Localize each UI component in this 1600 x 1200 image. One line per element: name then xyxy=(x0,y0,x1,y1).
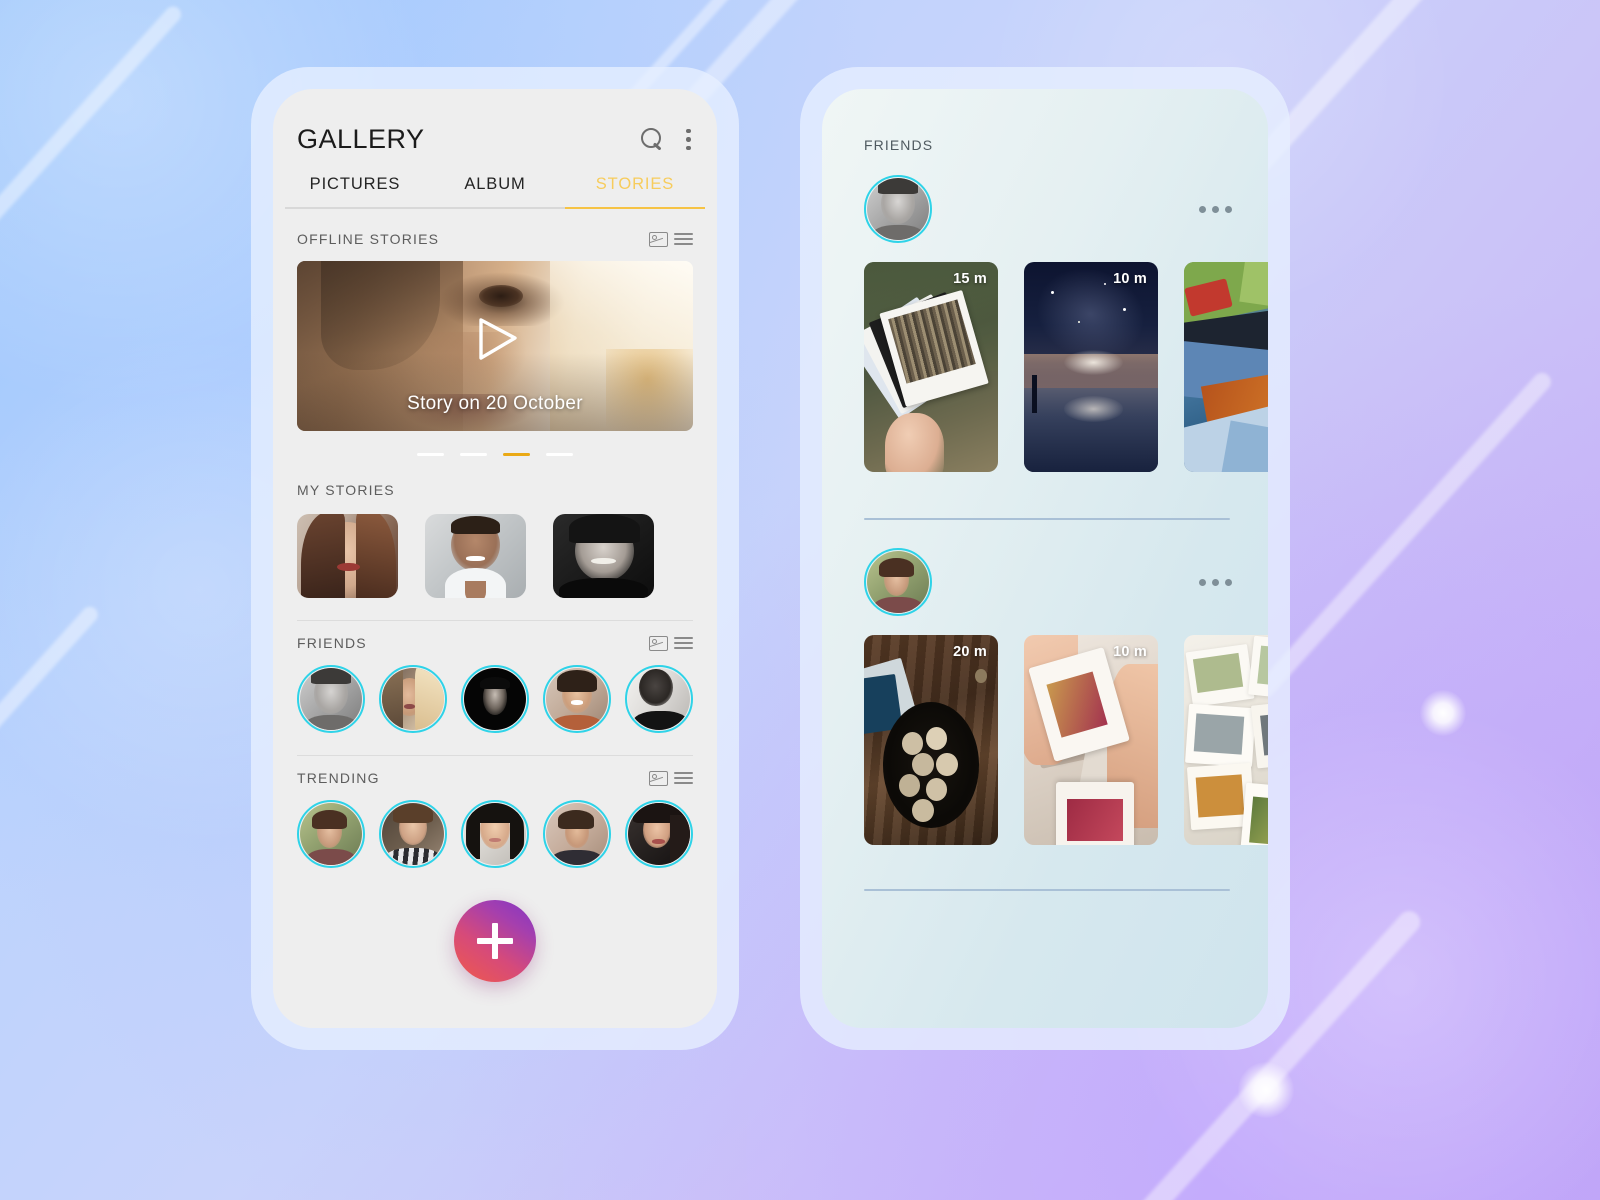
pagination-dot-2[interactable] xyxy=(460,453,487,456)
phone-mockup-right: FRIENDS 15 m 10 m 20 m 10 m xyxy=(800,67,1290,1050)
play-icon[interactable] xyxy=(464,308,526,370)
bg-spark-1 xyxy=(1420,690,1466,736)
trending-avatar-2[interactable] xyxy=(379,800,447,868)
feed-card-2-1[interactable]: 20 m xyxy=(864,635,998,845)
tab-active-indicator xyxy=(565,207,705,209)
hero-story-card[interactable]: Story on 20 October xyxy=(297,261,693,431)
friend-avatar-2[interactable] xyxy=(379,665,447,733)
friend-avatar-4[interactable] xyxy=(543,665,611,733)
feed-card-2-2[interactable]: 10 m xyxy=(1024,635,1158,845)
trending-avatar-4[interactable] xyxy=(543,800,611,868)
pagination-dot-3[interactable] xyxy=(503,453,530,456)
feed-card-2-3[interactable] xyxy=(1184,635,1268,845)
trending-avatar-row xyxy=(273,786,717,868)
section-title: MY STORIES xyxy=(297,482,395,498)
list-view-icon[interactable] xyxy=(674,636,693,650)
friends-feed-title: FRIENDS xyxy=(864,137,934,153)
trending-avatar-5[interactable] xyxy=(625,800,693,868)
plus-icon xyxy=(477,923,513,959)
pagination-dot-1[interactable] xyxy=(417,453,444,456)
add-story-fab[interactable] xyxy=(454,900,536,982)
my-stories-row xyxy=(273,498,717,598)
tab-album[interactable]: ALBUM xyxy=(425,175,565,207)
friend-avatar-3[interactable] xyxy=(461,665,529,733)
trending-avatar-1[interactable] xyxy=(297,800,365,868)
story-thumb-1[interactable] xyxy=(297,514,398,598)
list-view-icon[interactable] xyxy=(674,232,693,246)
view-toggle-group xyxy=(649,770,693,786)
bg-spark-2 xyxy=(1238,1062,1294,1118)
view-toggle-group xyxy=(649,231,693,247)
feed-card-1-3[interactable] xyxy=(1184,262,1268,472)
section-header-my-stories: MY STORIES xyxy=(273,456,717,498)
app-header: GALLERY xyxy=(273,89,717,155)
photo-grid-icon[interactable] xyxy=(649,231,668,247)
list-view-icon[interactable] xyxy=(674,771,693,785)
feed-avatar-1[interactable] xyxy=(864,175,932,243)
kebab-menu-icon[interactable] xyxy=(686,128,691,151)
feed-card-badge: 10 m xyxy=(1113,644,1147,660)
photo-grid-icon[interactable] xyxy=(649,770,668,786)
section-title: OFFLINE STORIES xyxy=(297,231,440,247)
trending-avatar-3[interactable] xyxy=(461,800,529,868)
page-title: GALLERY xyxy=(297,124,425,154)
story-thumb-3[interactable] xyxy=(553,514,654,598)
section-title: FRIENDS xyxy=(297,635,367,651)
tab-pictures[interactable]: PICTURES xyxy=(285,175,425,207)
feed-card-badge: 15 m xyxy=(953,271,987,287)
feed-card-badge: 10 m xyxy=(1113,271,1147,287)
tab-underline xyxy=(285,207,705,209)
section-header-friends: FRIENDS xyxy=(273,621,717,651)
header-actions xyxy=(641,128,693,151)
section-header-offline-stories: OFFLINE STORIES xyxy=(273,209,717,247)
feed-card-row-2: 20 m 10 m xyxy=(822,616,1268,845)
feed-card-badge: 20 m xyxy=(953,644,987,660)
feed-divider-2 xyxy=(864,889,1230,891)
feed-user-bar-1 xyxy=(822,153,1268,243)
feed-card-1-1[interactable]: 15 m xyxy=(864,262,998,472)
more-horizontal-icon[interactable] xyxy=(1199,578,1232,586)
tab-bar: PICTURES ALBUM STORIES xyxy=(285,175,705,207)
bg-streak-2 xyxy=(1253,369,1555,701)
feed-avatar-2[interactable] xyxy=(864,548,932,616)
bg-streak-4 xyxy=(0,3,185,237)
friend-avatar-1[interactable] xyxy=(297,665,365,733)
friends-avatar-row xyxy=(273,651,717,733)
phone-mockup-left: GALLERY PICTURES ALBUM STORIES OFFLINE S… xyxy=(251,67,739,1050)
bg-streak-5 xyxy=(0,603,102,897)
gallery-screen: GALLERY PICTURES ALBUM STORIES OFFLINE S… xyxy=(273,89,717,1028)
photo-grid-icon[interactable] xyxy=(649,635,668,651)
pagination-dot-4[interactable] xyxy=(546,453,573,456)
feed-card-1-2[interactable]: 10 m xyxy=(1024,262,1158,472)
friend-avatar-5[interactable] xyxy=(625,665,693,733)
more-horizontal-icon[interactable] xyxy=(1199,205,1232,213)
section-title: TRENDING xyxy=(297,770,380,786)
story-thumb-2[interactable] xyxy=(425,514,526,598)
view-toggle-group xyxy=(649,635,693,651)
feed-card-row-1: 15 m 10 m xyxy=(822,243,1268,472)
hero-caption: Story on 20 October xyxy=(407,393,583,414)
feed-user-bar-2 xyxy=(822,520,1268,616)
search-icon[interactable] xyxy=(641,128,664,151)
friends-feed-screen: FRIENDS 15 m 10 m 20 m 10 m xyxy=(822,89,1268,1028)
tab-stories[interactable]: STORIES xyxy=(565,175,705,207)
section-header-trending: TRENDING xyxy=(273,756,717,786)
